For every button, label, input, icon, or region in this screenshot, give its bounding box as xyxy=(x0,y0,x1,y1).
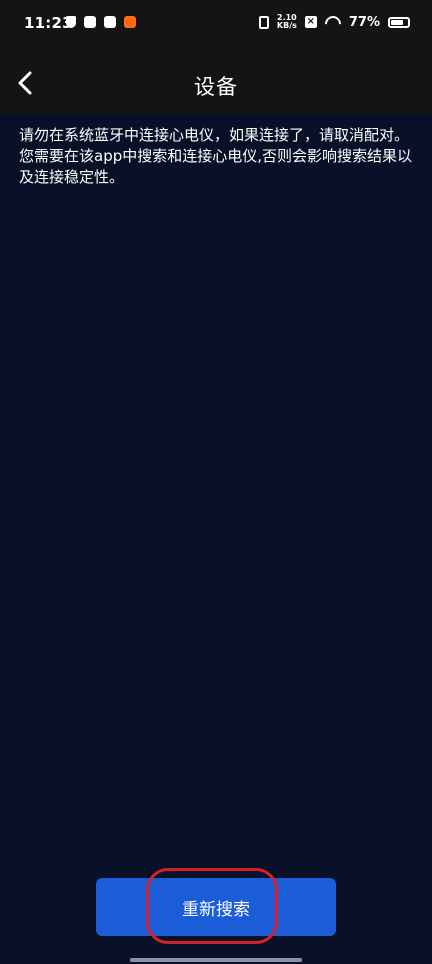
mail-icon xyxy=(104,16,116,28)
wifi-icon xyxy=(325,16,341,28)
battery-icon xyxy=(388,16,410,28)
shield-icon xyxy=(66,16,76,28)
status-left-icons xyxy=(66,16,136,28)
sim-x-icon: × xyxy=(304,16,317,28)
home-indicator[interactable] xyxy=(130,958,302,962)
battery-fill xyxy=(391,19,403,25)
vibrate-icon xyxy=(258,15,269,29)
bluetooth-notice-text: 请勿在系统蓝牙中连接心电仪，如果连接了，请取消配对。您需要在该app中搜索和连接… xyxy=(19,126,413,186)
status-right-icons: 2.10 KB/s × 77% xyxy=(258,14,410,30)
battery-percent: 77% xyxy=(348,14,380,30)
screen: 11:23 2.10 KB/s × 77% 设备 请勿在系统蓝牙中连接心电仪，如… xyxy=(0,0,432,964)
app-header: 设备 xyxy=(0,52,432,114)
net-speed: 2.10 KB/s xyxy=(277,14,297,30)
page-title: 设备 xyxy=(194,75,238,99)
app-badge-icon xyxy=(124,16,136,28)
research-button[interactable]: 重新搜索 xyxy=(96,878,336,936)
status-bar: 11:23 2.10 KB/s × 77% xyxy=(0,0,432,52)
net-speed-unit: KB/s xyxy=(276,21,297,30)
app-icon xyxy=(84,16,96,28)
